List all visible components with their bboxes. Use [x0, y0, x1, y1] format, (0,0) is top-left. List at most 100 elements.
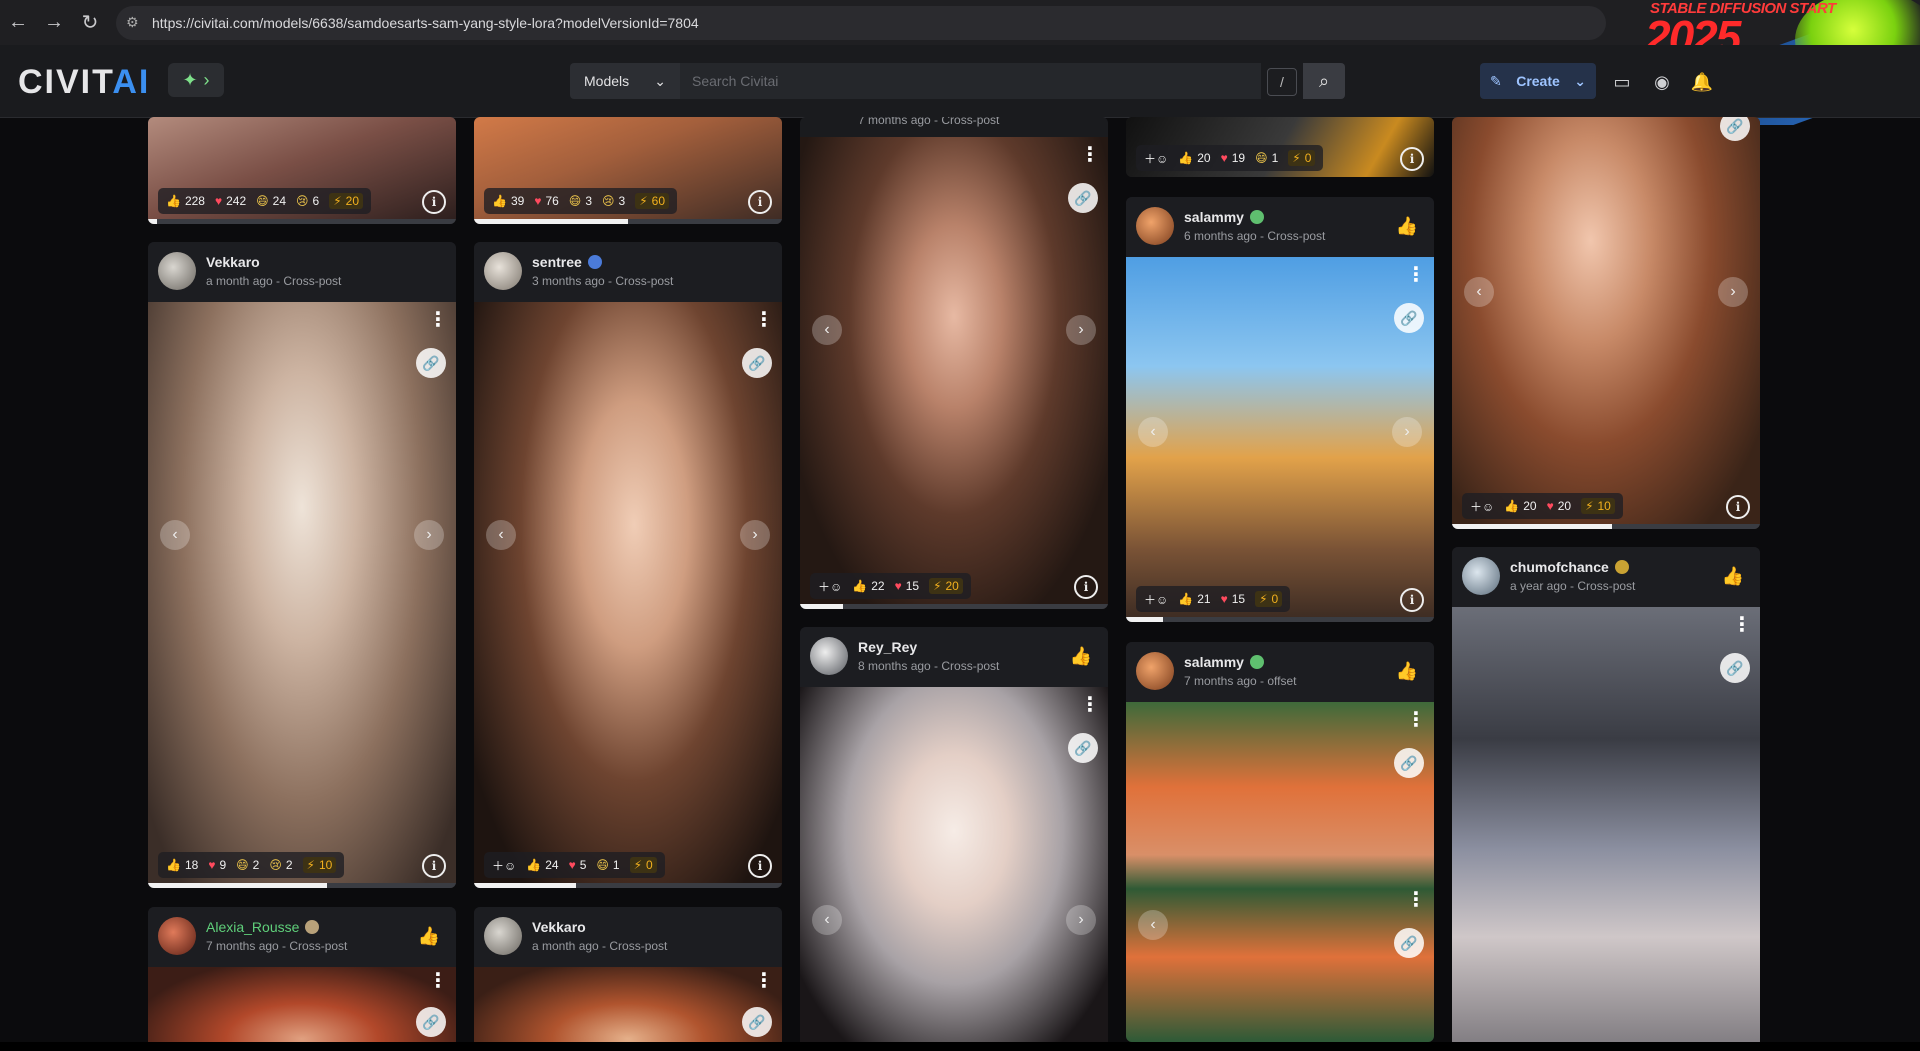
avatar[interactable]	[484, 252, 522, 290]
link-icon[interactable]: 🔗	[1720, 117, 1750, 141]
like-reaction[interactable]: 👍 20	[1504, 499, 1536, 513]
forward-icon[interactable]: →	[36, 5, 72, 41]
username[interactable]: Vekkaro	[206, 254, 260, 270]
image-card[interactable]: 🔗 ‹ › ＋☺ 👍 20 ♥ 20 ⚡ 10 i	[1452, 117, 1760, 529]
card-image[interactable]: ⋮ 🔗 ‹ › 👍 18 ♥ 9 😄 2 😢 2 ⚡ 10 i	[148, 302, 456, 888]
like-reaction[interactable]: 👍 228	[166, 194, 205, 208]
card-image[interactable]: ⋮ 🔗 ‹ › ＋☺ 👍 21 ♥ 15 ⚡ 0 i	[1126, 257, 1434, 622]
image-card[interactable]: salammy 7 months ago - offset 👍 ⋮ 🔗 ⋮ 🔗 …	[1126, 642, 1434, 1042]
chevron-right-icon[interactable]: ›	[1718, 277, 1748, 307]
link-icon[interactable]: 🔗	[742, 348, 772, 378]
heart-reaction[interactable]: ♥ 15	[895, 579, 919, 593]
bell-icon[interactable]: 🔔	[1690, 70, 1714, 94]
info-icon[interactable]: i	[1400, 147, 1424, 171]
avatar[interactable]	[1136, 652, 1174, 690]
more-options-icon[interactable]: ⋮	[1406, 710, 1426, 740]
buzz-tip[interactable]: ⚡ 10	[302, 857, 337, 873]
chevron-right-icon[interactable]: ›	[414, 520, 444, 550]
image-card[interactable]: 7 months ago - Cross-post ⋮ 🔗 ‹ › ＋☺ 👍 22…	[800, 117, 1108, 609]
avatar[interactable]	[810, 637, 848, 675]
link-icon[interactable]: 🔗	[1394, 748, 1424, 778]
like-reaction[interactable]: 👍 20	[1178, 151, 1210, 165]
chevron-right-icon[interactable]: ›	[1392, 417, 1422, 447]
card-image[interactable]: 👍 228 ♥ 242 😄 24 😢 6 ⚡ 20 i	[148, 117, 456, 224]
card-image[interactable]: ＋☺ 👍 20 ♥ 19 😄 1 ⚡ 0 i	[1126, 117, 1434, 177]
username[interactable]: Vekkaro	[532, 919, 586, 935]
search-input[interactable]	[680, 63, 1261, 99]
buzz-tip[interactable]: ⚡ 0	[1255, 591, 1283, 607]
heart-reaction[interactable]: ♥ 20	[1547, 499, 1571, 513]
chevron-right-icon[interactable]: ›	[1066, 905, 1096, 935]
username[interactable]: chumofchance	[1510, 559, 1629, 575]
like-reaction[interactable]: 👍 24	[526, 858, 558, 872]
like-reaction[interactable]: 👍 21	[1178, 592, 1210, 606]
info-icon[interactable]: i	[748, 190, 772, 214]
info-icon[interactable]: i	[422, 854, 446, 878]
cry-reaction[interactable]: 😢 2	[269, 858, 292, 872]
chevron-right-icon[interactable]: ›	[740, 520, 770, 550]
card-image[interactable]: ⋮ 🔗	[148, 967, 456, 1042]
more-options-icon[interactable]: ⋮	[754, 971, 774, 1001]
card-image[interactable]: 🔗 ‹ › ＋☺ 👍 20 ♥ 20 ⚡ 10 i	[1452, 117, 1760, 529]
username[interactable]: salammy	[1184, 654, 1264, 670]
image-card[interactable]: Alexia_Rousse 7 months ago - Cross-post …	[148, 907, 456, 1042]
search-button[interactable]: ⌕	[1303, 63, 1345, 99]
card-image[interactable]: ⋮ 🔗	[474, 967, 782, 1042]
more-options-icon[interactable]: ⋮	[1732, 615, 1752, 645]
buzz-tip[interactable]: ⚡ 0	[629, 857, 657, 873]
chevron-left-icon[interactable]: ‹	[1138, 417, 1168, 447]
avatar[interactable]	[484, 917, 522, 955]
laugh-reaction[interactable]: 😄 1	[596, 858, 619, 872]
add-reaction-icon[interactable]: ＋☺	[1144, 150, 1168, 167]
add-reaction-icon[interactable]: ＋☺	[1144, 591, 1168, 608]
chevron-left-icon[interactable]: ‹	[1464, 277, 1494, 307]
image-card[interactable]: salammy 6 months ago - Cross-post 👍 ⋮ 🔗 …	[1126, 197, 1434, 622]
image-card[interactable]: Vekkaro a month ago - Cross-post ⋮ 🔗	[474, 907, 782, 1042]
more-options-icon[interactable]: ⋮	[1080, 145, 1100, 175]
image-card[interactable]: 👍 39 ♥ 76 😄 3 😢 3 ⚡ 60 i	[474, 117, 782, 224]
laugh-reaction[interactable]: 😄 24	[256, 194, 286, 208]
cry-reaction[interactable]: 😢 6	[296, 194, 319, 208]
like-icon[interactable]: 👍	[1394, 213, 1420, 239]
image-card[interactable]: 👍 228 ♥ 242 😄 24 😢 6 ⚡ 20 i	[148, 117, 456, 224]
image-card[interactable]: Rey_Rey 8 months ago - Cross-post 👍 ⋮ 🔗 …	[800, 627, 1108, 1042]
chevron-right-icon[interactable]: ›	[1066, 315, 1096, 345]
buzz-tip[interactable]: ⚡ 0	[1288, 150, 1316, 166]
cry-reaction[interactable]: 😢 3	[602, 194, 625, 208]
card-image[interactable]: ⋮ 🔗 ‹ › ＋☺ 👍 22 ♥ 15 ⚡ 20 i	[800, 137, 1108, 609]
link-icon[interactable]: 🔗	[1720, 653, 1750, 683]
buzz-tip[interactable]: ⚡ 60	[635, 193, 669, 209]
username[interactable]: Alexia_Rousse	[206, 919, 320, 935]
civitai-logo[interactable]: CIVITAI	[18, 63, 150, 102]
more-options-icon[interactable]: ⋮	[1406, 890, 1426, 920]
like-reaction[interactable]: 👍 18	[166, 858, 198, 872]
address-bar[interactable]: ⚙ https://civitai.com/models/6638/samdoe…	[116, 5, 1606, 40]
more-options-icon[interactable]: ⋮	[754, 310, 774, 340]
card-image[interactable]: 👍 39 ♥ 76 😄 3 😢 3 ⚡ 60 i	[474, 117, 782, 224]
like-reaction[interactable]: 👍 39	[492, 194, 524, 208]
reload-icon[interactable]: ↻	[72, 5, 108, 41]
more-options-icon[interactable]: ⋮	[428, 971, 448, 1001]
chevron-left-icon[interactable]: ‹	[1138, 910, 1168, 940]
card-image[interactable]: ⋮ 🔗	[1452, 607, 1760, 1042]
image-card[interactable]: sentree 3 months ago - Cross-post ⋮ 🔗 ‹ …	[474, 242, 782, 888]
buzz-tip[interactable]: ⚡ 20	[929, 578, 963, 594]
avatar[interactable]	[1462, 557, 1500, 595]
link-icon[interactable]: 🔗	[742, 1007, 772, 1037]
heart-reaction[interactable]: ♥ 76	[534, 194, 558, 208]
info-icon[interactable]: i	[1074, 575, 1098, 599]
more-options-icon[interactable]: ⋮	[1406, 265, 1426, 295]
card-image[interactable]: ⋮ 🔗 ⋮ 🔗 ‹	[1126, 702, 1434, 1042]
like-icon[interactable]: 👍	[1394, 658, 1420, 684]
create-button[interactable]: ✎ Create ⌄	[1480, 63, 1596, 99]
link-icon[interactable]: 🔗	[1394, 928, 1424, 958]
add-reaction-icon[interactable]: ＋☺	[818, 578, 842, 595]
info-icon[interactable]: i	[748, 854, 772, 878]
eye-icon[interactable]: ◉	[1650, 70, 1674, 94]
link-icon[interactable]: 🔗	[1394, 303, 1424, 333]
info-icon[interactable]: i	[422, 190, 446, 214]
avatar[interactable]	[158, 252, 196, 290]
chevron-left-icon[interactable]: ‹	[486, 520, 516, 550]
heart-reaction[interactable]: ♥ 15	[1221, 592, 1245, 606]
back-icon[interactable]: ←	[0, 5, 36, 41]
